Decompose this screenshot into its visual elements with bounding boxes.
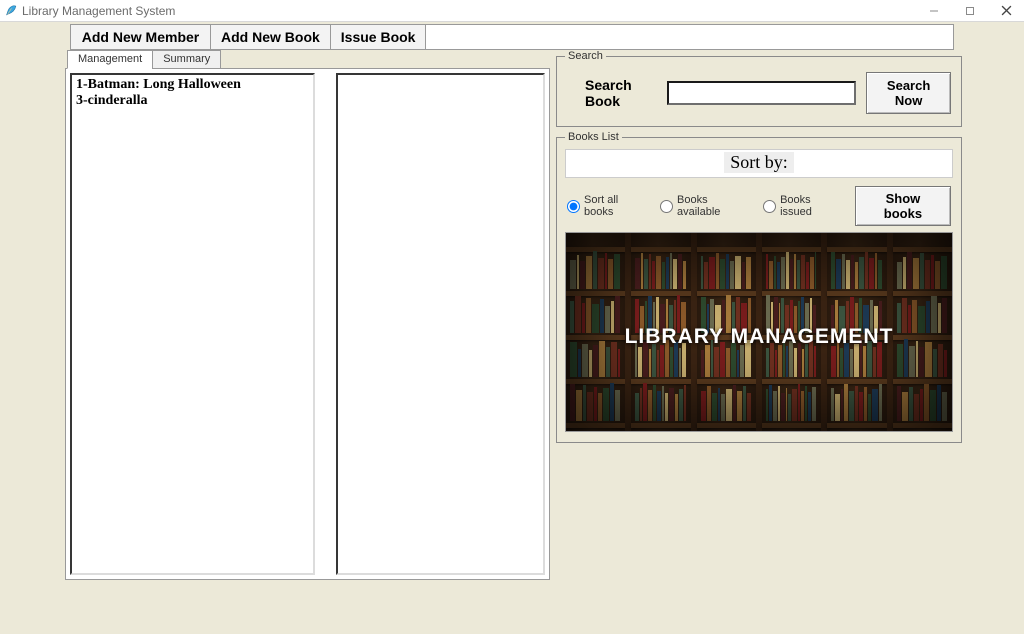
scroll-up-hint: ▴ <box>314 77 315 95</box>
maximize-button[interactable] <box>952 1 988 21</box>
toolbar-filler <box>426 25 953 49</box>
tab-summary[interactable]: Summary <box>152 50 221 69</box>
radio-sort-all[interactable]: Sort all books <box>567 194 648 218</box>
list-item[interactable]: 3-cinderalla <box>76 93 309 109</box>
sort-by-label: Sort by: <box>724 152 794 173</box>
add-member-button[interactable]: Add New Member <box>71 25 211 49</box>
library-image-caption: LIBRARY MANAGEMENT <box>566 325 952 349</box>
books-list-legend: Books List <box>565 131 622 143</box>
radio-books-issued[interactable]: Books issued <box>763 194 843 218</box>
books-listbox[interactable]: ▴ 1-Batman: Long Halloween3-cinderalla <box>70 73 315 575</box>
tab-strip: Management Summary <box>65 50 550 69</box>
right-column: Search Search Book Search Now Books List… <box>556 50 962 580</box>
window-controls <box>916 1 1024 21</box>
close-button[interactable] <box>988 1 1024 21</box>
window-title: Library Management System <box>22 4 175 18</box>
tabs-container: Management Summary ▴ 1-Batman: Long Hall… <box>65 50 550 580</box>
search-input[interactable] <box>667 81 856 105</box>
issue-book-button[interactable]: Issue Book <box>331 25 427 49</box>
radio-sort-all-input[interactable] <box>567 200 580 213</box>
sort-radio-row: Sort all books Books available Books iss… <box>565 182 953 232</box>
search-group: Search Search Book Search Now <box>556 50 962 127</box>
minimize-button[interactable] <box>916 1 952 21</box>
title-bar: Library Management System <box>0 0 1024 22</box>
search-label: Search Book <box>567 77 657 109</box>
toolbar: Add New Member Add New Book Issue Book <box>70 24 954 50</box>
add-book-button[interactable]: Add New Book <box>211 25 331 49</box>
radio-books-issued-label: Books issued <box>780 194 843 218</box>
details-listbox[interactable] <box>336 73 545 575</box>
radio-books-available[interactable]: Books available <box>660 194 751 218</box>
search-now-button[interactable]: Search Now <box>866 72 951 114</box>
radio-sort-all-label: Sort all books <box>584 194 648 218</box>
tab-panel-management: ▴ 1-Batman: Long Halloween3-cinderalla <box>65 68 550 580</box>
sort-by-header: Sort by: <box>565 149 953 178</box>
books-list-group: Books List Sort by: Sort all books Books… <box>556 131 962 443</box>
search-legend: Search <box>565 50 606 62</box>
list-item[interactable]: 1-Batman: Long Halloween <box>76 77 309 93</box>
radio-books-issued-input[interactable] <box>763 200 776 213</box>
feather-icon <box>4 4 18 18</box>
tab-management[interactable]: Management <box>67 50 153 69</box>
radio-books-available-label: Books available <box>677 194 751 218</box>
main-area: Management Summary ▴ 1-Batman: Long Hall… <box>65 50 962 580</box>
show-books-button[interactable]: Show books <box>855 186 951 226</box>
library-image: LIBRARY MANAGEMENT <box>565 232 953 432</box>
radio-books-available-input[interactable] <box>660 200 673 213</box>
